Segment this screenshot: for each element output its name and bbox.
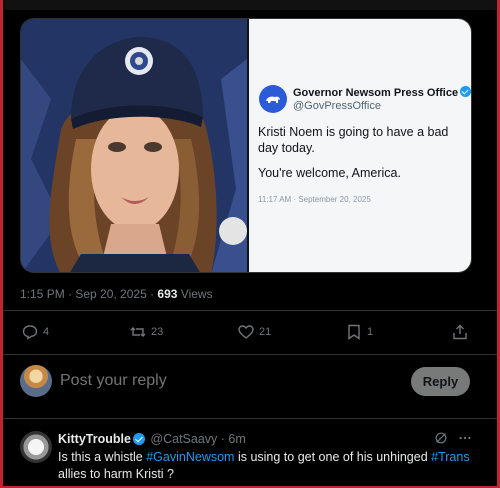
like-action[interactable]: 21 <box>238 324 271 340</box>
grok-icon[interactable] <box>434 431 448 445</box>
bookmark-action[interactable]: 1 <box>346 324 373 340</box>
reply-icon <box>22 325 38 340</box>
post-timestamp[interactable]: 1:15 PM · Sep 20, 2025 · <box>20 287 157 301</box>
heart-icon <box>238 325 254 339</box>
card-author-name: Governor Newsom Press Office <box>293 86 471 99</box>
reply-action[interactable]: 4 <box>22 324 49 340</box>
card-author-handle: @GovPressOffice <box>293 100 381 112</box>
embedded-post-card[interactable]: Governor Newsom Press Office @GovPressOf… <box>249 19 471 272</box>
reply-button[interactable]: Reply <box>411 367 470 396</box>
photo-illustration <box>21 19 247 272</box>
more-options-icon[interactable] <box>458 431 472 445</box>
like-count: 21 <box>259 326 272 338</box>
post-meta: 1:15 PM · Sep 20, 2025 · 693 Views <box>20 287 213 301</box>
comment-text-part: allies to harm Kristi ? <box>58 467 175 481</box>
comment-text: Is this a whistle #GavinNewsom is using … <box>58 449 488 483</box>
divider <box>3 354 497 355</box>
verified-icon <box>132 433 145 445</box>
top-strip <box>0 0 500 10</box>
comment-author-name[interactable]: KittyTrouble <box>58 432 131 446</box>
views-label: Views <box>177 287 213 301</box>
comment-author-handle[interactable]: @CatSaavy · 6m <box>150 432 245 446</box>
reply-input[interactable] <box>60 372 360 390</box>
media-attachment[interactable]: Governor Newsom Press Office @GovPressOf… <box>20 18 472 273</box>
share-action[interactable] <box>452 324 468 340</box>
bear-icon <box>266 96 280 103</box>
comment-text-part: Is this a whistle <box>58 450 147 464</box>
avatar[interactable] <box>20 431 52 463</box>
photo-image[interactable] <box>21 19 247 272</box>
bookmark-icon <box>348 324 360 340</box>
repost-count: 23 <box>151 326 164 338</box>
comment-header: KittyTrouble @CatSaavy · 6m <box>58 432 246 446</box>
verified-icon <box>460 86 471 97</box>
bookmark-count: 1 <box>367 326 374 338</box>
repost-action[interactable]: 23 <box>130 324 163 340</box>
divider <box>3 418 497 419</box>
comment-text-part: is using to get one of his unhinged <box>234 450 432 464</box>
reply-post[interactable]: KittyTrouble @CatSaavy · 6m Is this a wh… <box>20 428 482 488</box>
comment-icons <box>434 431 472 445</box>
views-count: 693 <box>157 287 178 301</box>
share-icon <box>453 324 467 340</box>
card-body-line1: Kristi Noem is going to have a bad day t… <box>258 125 449 155</box>
card-body-line2: You're welcome, America. <box>258 166 401 180</box>
divider <box>3 310 497 311</box>
reply-composer: Reply <box>20 364 472 400</box>
repost-icon <box>130 327 146 337</box>
card-timestamp: 11:17 AM · September 20, 2025 <box>258 195 371 204</box>
hashtag-link[interactable]: #Trans <box>431 450 469 464</box>
hashtag-link[interactable]: #GavinNewsom <box>146 450 234 464</box>
reply-count: 4 <box>43 326 50 338</box>
bear-seal-icon <box>259 85 287 113</box>
card-author-label: Governor Newsom Press Office <box>293 87 459 99</box>
avatar[interactable] <box>20 365 52 397</box>
action-bar: 4 23 21 1 <box>20 324 472 344</box>
